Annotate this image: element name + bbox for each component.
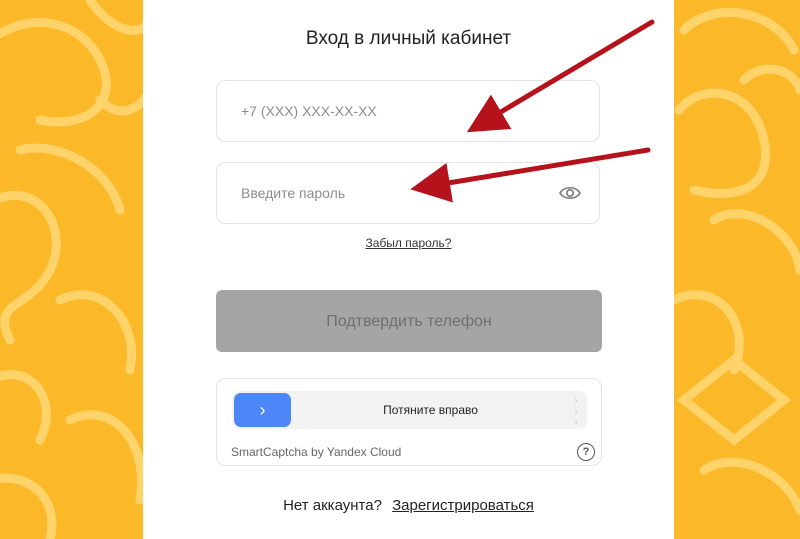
- eye-icon[interactable]: [559, 184, 581, 202]
- password-input[interactable]: [241, 181, 541, 205]
- register-line: Нет аккаунта? Зарегистрироваться: [143, 497, 674, 514]
- confirm-phone-button[interactable]: Подтвердить телефон: [216, 290, 602, 352]
- chevron-right-icon: ›: [259, 400, 266, 420]
- register-link[interactable]: Зарегистрироваться: [392, 497, 534, 514]
- no-account-text: Нет аккаунта?: [283, 497, 382, 514]
- login-panel: Вход в личный кабинет Забыл пароль? Подт…: [143, 0, 674, 539]
- smartcaptcha-widget: › Потяните вправо › › › SmartCaptcha by Ya…: [216, 378, 602, 466]
- page-title: Вход в личный кабинет: [305, 28, 512, 49]
- password-field-container: [216, 162, 600, 224]
- captcha-slider-track[interactable]: › Потяните вправо › › ›: [232, 391, 587, 429]
- captcha-slider-handle[interactable]: ›: [234, 393, 291, 427]
- captcha-brand-label: SmartCaptcha by Yandex Cloud: [231, 445, 402, 459]
- help-icon[interactable]: ?: [577, 443, 595, 461]
- background-pattern-left: [0, 0, 150, 539]
- forgot-password-link[interactable]: Забыл пароль?: [143, 236, 674, 250]
- chevron-right-hint-icon: › › ›: [574, 395, 578, 428]
- phone-input[interactable]: [241, 99, 541, 123]
- captcha-slider-label: Потяните вправо: [383, 403, 478, 417]
- background-pattern-right: [674, 0, 800, 539]
- phone-field-container: [216, 80, 600, 142]
